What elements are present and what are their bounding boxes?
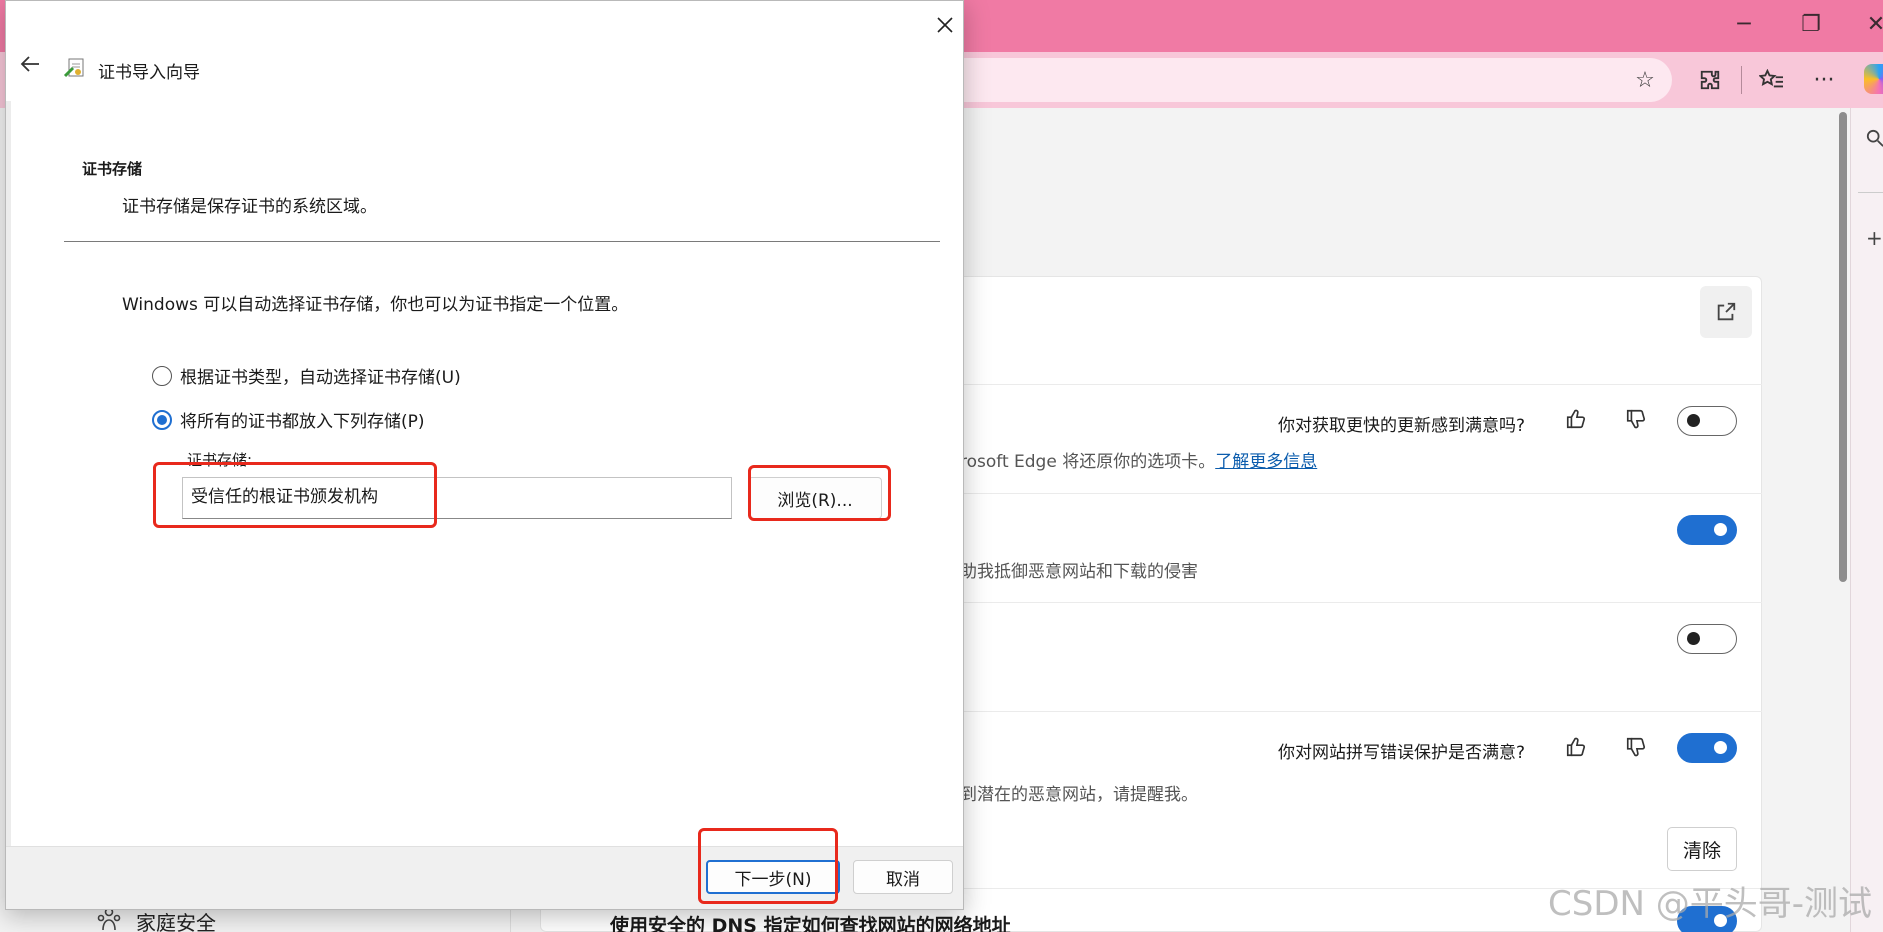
header-divider [64,241,940,242]
left-edge-strip [6,101,11,846]
minimize-button[interactable]: ─ [1724,12,1764,37]
certificate-import-wizard: 证书导入向导 证书存储 证书存储是保存证书的系统区域。 Windows 可以自动… [5,0,964,910]
learn-more-link[interactable]: 了解更多信息 [1215,452,1317,472]
pua-toggle[interactable] [1677,624,1737,654]
copilot-icon[interactable] [1864,64,1883,94]
more-icon[interactable]: ··· [1806,64,1842,96]
thumbs-down-icon[interactable] [1625,408,1647,435]
highlight-store-field [153,462,437,528]
open-external-icon[interactable] [1700,286,1752,338]
highlight-browse-button [748,465,891,521]
typo-protection-toggle[interactable] [1677,733,1737,763]
sidebar-item-label: 家庭安全 [136,911,216,932]
certificate-wizard-icon [63,56,87,80]
section-title: 证书存储 [82,160,143,178]
update-toggle[interactable] [1677,406,1737,436]
intro-text: Windows 可以自动选择证书存储，你也可以为证书指定一个位置。 [122,295,629,315]
favorites-icon[interactable] [1754,64,1790,96]
back-arrow-icon[interactable] [19,53,41,81]
watermark: CSDN @平头哥-测试 [1548,884,1873,924]
smartscreen-desc: 助我抵御恶意网站和下载的侵害 [960,562,1198,582]
search-icon[interactable] [1866,128,1883,152]
thumbs-up-icon[interactable] [1565,736,1587,763]
radio-button-auto[interactable] [152,365,172,386]
thumbs-down-icon[interactable] [1625,736,1647,763]
radio-auto-label: 根据证书类型，自动选择证书存储(U) [180,368,461,388]
toggle-knob [1714,741,1727,754]
restore-tabs-text: rosoft Edge 将还原你的选项卡。 [960,452,1216,472]
plus-icon[interactable]: + [1866,226,1883,250]
scrollbar-thumb[interactable] [1839,112,1847,582]
restore-button[interactable]: ❐ [1791,12,1831,37]
extensions-icon[interactable] [1692,64,1728,96]
star-icon[interactable]: ☆ [1627,64,1663,96]
thumbs-up-icon[interactable] [1565,408,1587,435]
close-dialog-button[interactable] [927,7,963,43]
section-description: 证书存储是保存证书的系统区域。 [122,197,377,217]
typo-feedback-question: 你对网站拼写错误保护是否满意? [1278,743,1526,763]
address-bar[interactable] [940,58,1672,102]
close-window-button[interactable]: ✕ [1856,12,1883,37]
toggle-knob [1714,523,1727,536]
toolbar-separator [1741,66,1742,94]
clear-button[interactable]: 清除 [1667,827,1737,871]
radio-auto-select[interactable]: 根据证书类型，自动选择证书存储(U) [152,363,461,388]
radio-button-manual[interactable] [152,409,172,430]
secure-dns-label: 使用安全的 DNS 指定如何查找网站的网络地址 [610,915,1011,932]
smartscreen-toggle[interactable] [1677,515,1737,545]
highlight-next-button [698,828,838,904]
radio-manual-label: 将所有的证书都放入下列存储(P) [180,412,425,432]
rail-separator [1858,192,1883,193]
radio-manual-store[interactable]: 将所有的证书都放入下列存储(P) [152,407,425,432]
restore-tabs-desc: rosoft Edge 将还原你的选项卡。了解更多信息 [960,447,1317,472]
update-feedback-question: 你对获取更快的更新感到满意吗? [1278,416,1526,436]
toggle-knob [1687,414,1700,427]
typo-protection-desc: 到潜在的恶意网站，请提醒我。 [960,785,1198,805]
wizard-title: 证书导入向导 [98,63,200,83]
toggle-knob [1687,632,1700,645]
cancel-button[interactable]: 取消 [853,860,953,894]
